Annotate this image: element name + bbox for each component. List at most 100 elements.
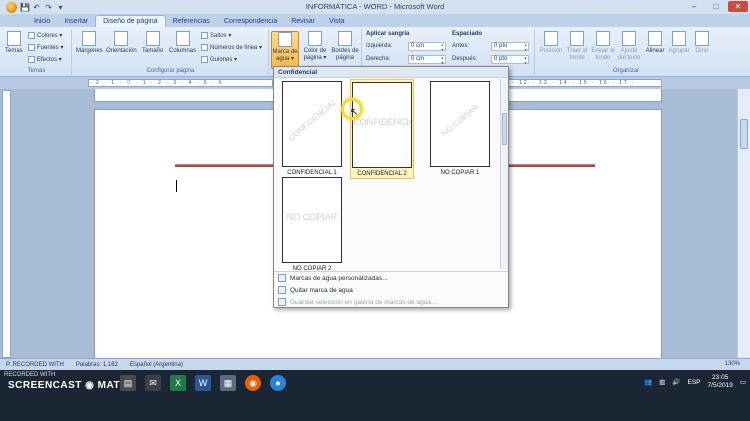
traer-frente-button[interactable]: Traer al frente bbox=[564, 31, 590, 62]
vertical-scrollbar[interactable] bbox=[737, 89, 750, 358]
orientacion-label: Orientación bbox=[106, 48, 137, 54]
window-controls: – □ ✕ bbox=[684, 1, 748, 12]
izquierda-label: Izquierda: bbox=[366, 43, 393, 49]
language-indicator[interactable]: Español (Argentina) bbox=[130, 362, 183, 368]
tab-referencias[interactable]: Referencias bbox=[166, 16, 217, 27]
antes-spinner[interactable]: 0 pto bbox=[491, 42, 529, 52]
derecha-spinner[interactable]: 0 cm bbox=[408, 55, 446, 65]
margenes-label: Márgenes bbox=[76, 48, 103, 54]
gallery-item-confidencial-2[interactable]: CONFIDENCIAL CONFIDENCIAL 2 bbox=[350, 79, 414, 179]
clock[interactable]: 23:05 7/5/2019 bbox=[708, 374, 733, 390]
store-icon[interactable]: ▤ bbox=[120, 375, 136, 391]
zoom-level[interactable]: 130% bbox=[725, 361, 740, 367]
numeros-linea-icon bbox=[201, 44, 208, 51]
watermark-preview-text: NO COPIAR bbox=[439, 102, 481, 139]
despues-spinner[interactable]: 0 pto bbox=[491, 55, 529, 65]
saltos-label: Saltos ▾ bbox=[210, 33, 232, 39]
colores-button[interactable]: Colores ▾ bbox=[28, 32, 62, 39]
photos-icon[interactable]: ▦ bbox=[220, 375, 236, 391]
maximize-button[interactable]: □ bbox=[706, 1, 726, 12]
firefox-icon[interactable]: ◉ bbox=[245, 375, 261, 391]
horizontal-ruler[interactable]: · 2 · 1 · ▽ · 1 · 2 · 3 · 4 · 5 · 6 bbox=[88, 79, 273, 87]
scrollbar-thumb[interactable] bbox=[740, 119, 748, 149]
minimize-button[interactable]: – bbox=[684, 1, 704, 12]
posicion-button[interactable]: Posición bbox=[538, 31, 564, 55]
tab-correspondencia[interactable]: Correspondencia bbox=[217, 16, 284, 27]
efectos-button[interactable]: Efectos ▾ bbox=[28, 56, 62, 63]
gallery-scrollbar[interactable] bbox=[500, 79, 508, 269]
margenes-button[interactable]: Márgenes bbox=[76, 31, 103, 55]
bordes-pagina-button[interactable]: Bordes de página bbox=[330, 31, 360, 62]
ajuste-texto-icon bbox=[622, 31, 636, 46]
fuentes-button[interactable]: Fuentes ▾ bbox=[28, 44, 63, 51]
color-pagina-button[interactable]: Color de página ▾ bbox=[301, 31, 329, 62]
keyboard-language[interactable]: ESP bbox=[688, 379, 701, 386]
gallery-item-no-copiar-1[interactable]: NO COPIAR NO COPIAR 1 bbox=[428, 81, 492, 176]
tamano-label: Tamaño bbox=[142, 48, 164, 54]
notifications-icon[interactable]: ▭ bbox=[740, 378, 746, 386]
tamano-button[interactable]: Tamaño bbox=[142, 31, 163, 55]
ajuste-texto-button[interactable]: Ajuste del texto bbox=[616, 31, 642, 62]
excel-icon[interactable]: X bbox=[170, 375, 186, 391]
enviar-fondo-button[interactable]: Enviar al fondo bbox=[590, 31, 616, 62]
orientacion-button[interactable]: Orientación bbox=[106, 31, 137, 55]
izquierda-spinner[interactable]: 0 cm bbox=[408, 42, 446, 52]
menu-item-custom-watermark[interactable]: Marcas de agua personalizadas... bbox=[274, 272, 508, 284]
tab-diseno-pagina[interactable]: Diseño de página bbox=[95, 15, 166, 27]
efectos-icon bbox=[28, 56, 35, 63]
vertical-ruler[interactable] bbox=[2, 90, 11, 358]
gallery-item-confidencial-1[interactable]: CONFIDENCIAL CONFIDENCIAL 1 bbox=[280, 81, 344, 176]
ajuste-texto-label: Ajuste del texto bbox=[617, 48, 641, 61]
posicion-label: Posición bbox=[539, 48, 563, 54]
close-button[interactable]: ✕ bbox=[728, 1, 748, 12]
word-count[interactable]: Palabras: 1.182 bbox=[76, 362, 118, 368]
efectos-label: Efectos ▾ bbox=[37, 57, 62, 63]
colores-icon bbox=[28, 32, 35, 39]
color-pagina-icon bbox=[308, 31, 322, 46]
columnas-button[interactable]: Columnas bbox=[169, 31, 196, 55]
tab-vista[interactable]: Vista bbox=[322, 16, 351, 27]
group-label-organizar: Organizar bbox=[612, 68, 640, 74]
alinear-button[interactable]: Alinear bbox=[643, 31, 667, 55]
espaciado-heading: Espaciado bbox=[452, 31, 483, 37]
gallery-scrollbar-thumb[interactable] bbox=[502, 113, 507, 145]
girar-button[interactable]: Girar bbox=[691, 31, 713, 55]
gallery-item-caption: CONFIDENCIAL 2 bbox=[357, 171, 407, 177]
marca-agua-label: Marca de agua ▾ bbox=[272, 49, 298, 62]
temas-button[interactable]: Temas bbox=[5, 31, 23, 55]
people-icon[interactable]: 👥 bbox=[644, 378, 652, 386]
enviar-fondo-label: Enviar al fondo bbox=[591, 48, 615, 61]
temas-icon bbox=[6, 31, 21, 46]
gallery-item-caption: NO COPIAR 1 bbox=[440, 170, 480, 176]
tab-insertar[interactable]: Insertar bbox=[57, 16, 95, 27]
gallery-item-no-copiar-2[interactable]: NO COPIAR NO COPIAR 2 bbox=[280, 177, 344, 272]
horizontal-ruler-right[interactable]: · 12 · 13 · 14 · 15 · 16 · 17 · bbox=[507, 79, 662, 87]
tab-revisar[interactable]: Revisar bbox=[284, 16, 322, 27]
word-icon[interactable]: W bbox=[195, 375, 211, 391]
marca-agua-icon bbox=[278, 32, 292, 47]
menu-item-remove-watermark[interactable]: Quitar marca de agua bbox=[274, 284, 508, 296]
gallery-item-caption: CONFIDENCIAL 1 bbox=[287, 170, 337, 176]
mouse-pointer-icon: ↖ bbox=[350, 107, 359, 118]
traer-frente-icon bbox=[570, 31, 584, 46]
marca-agua-button[interactable]: Marca de agua ▾ bbox=[271, 31, 299, 69]
screencast-logo: SCREENCAST ◉ MATIC bbox=[8, 380, 132, 391]
columnas-label: Columnas bbox=[169, 48, 197, 54]
enviar-fondo-icon bbox=[596, 31, 610, 46]
gallery-thumbnail: CONFIDENCIAL bbox=[352, 82, 412, 168]
numeros-linea-button[interactable]: Números de línea ▾ bbox=[201, 44, 262, 51]
girar-label: Girar bbox=[695, 48, 709, 54]
tab-inicio[interactable]: Inicio bbox=[27, 16, 57, 27]
volume-icon[interactable]: 🔊 bbox=[672, 378, 680, 386]
page-info[interactable]: P. RECORDED WITH bbox=[6, 362, 64, 368]
saltos-button[interactable]: Saltos ▾ bbox=[201, 32, 231, 39]
mail-icon[interactable]: ✉ bbox=[145, 375, 161, 391]
clock-time: 23:05 bbox=[712, 374, 729, 381]
alinear-icon bbox=[648, 31, 662, 46]
agrupar-button[interactable]: Agrupar bbox=[667, 31, 691, 55]
network-icon[interactable]: ▥ bbox=[659, 378, 665, 386]
bordes-pagina-label: Bordes de página bbox=[331, 48, 359, 61]
guiones-button[interactable]: Guiones ▾ bbox=[201, 56, 237, 63]
menu-item-label: Quitar marca de agua bbox=[290, 286, 353, 294]
browser-icon[interactable]: ● bbox=[270, 375, 286, 391]
